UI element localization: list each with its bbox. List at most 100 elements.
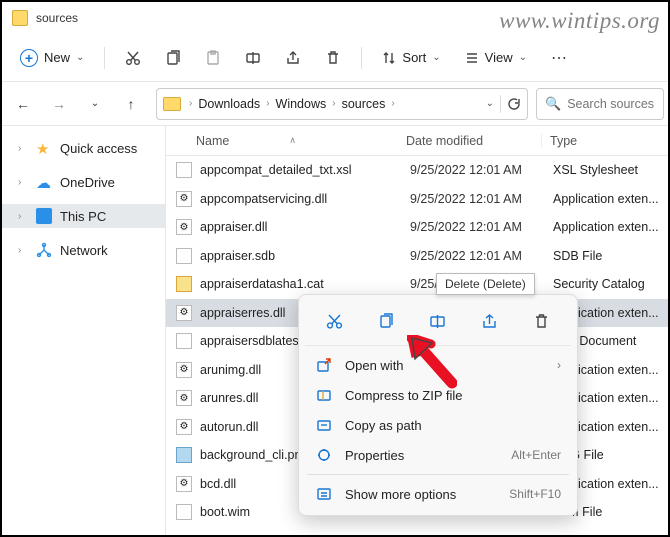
breadcrumb[interactable]: Downloads bbox=[194, 95, 264, 113]
file-date: 9/25/2022 12:01 AM bbox=[410, 163, 545, 177]
file-list: Name∧ Date modified Type appcompat_detai… bbox=[166, 126, 668, 535]
sidebar-item-label: Quick access bbox=[60, 141, 137, 156]
breadcrumb[interactable]: Windows bbox=[272, 95, 331, 113]
ctx-cut-button[interactable] bbox=[317, 305, 353, 337]
chevron-right-icon: › bbox=[18, 211, 28, 222]
star-icon: ★ bbox=[36, 140, 52, 156]
rename-button[interactable] bbox=[235, 44, 271, 72]
chevron-down-icon: ⌄ bbox=[76, 52, 84, 63]
sidebar-item-network[interactable]: › Network bbox=[2, 238, 165, 262]
chevron-right-icon: › bbox=[557, 358, 561, 372]
copy-button[interactable] bbox=[155, 44, 191, 72]
properties-icon bbox=[315, 447, 333, 463]
window-title: sources bbox=[36, 11, 78, 25]
sidebar-item-quick-access[interactable]: › ★ Quick access bbox=[2, 136, 165, 160]
search-box[interactable]: 🔍 bbox=[536, 88, 664, 120]
file-date: 9/25/2022 12:01 AM bbox=[410, 220, 545, 234]
file-icon: ⚙ bbox=[176, 191, 192, 207]
file-date: 9/25/2022 12:01 AM bbox=[410, 192, 545, 206]
sort-icon bbox=[382, 51, 396, 65]
paste-icon bbox=[205, 50, 221, 66]
file-icon: ⚙ bbox=[176, 305, 192, 321]
chevron-right-icon: › bbox=[389, 98, 396, 109]
view-button[interactable]: View ⌄ bbox=[455, 44, 537, 71]
folder-icon bbox=[163, 97, 181, 111]
refresh-icon[interactable] bbox=[507, 97, 521, 111]
delete-button[interactable] bbox=[315, 44, 351, 72]
watermark-text: www.wintips.org bbox=[499, 8, 660, 34]
recent-button[interactable]: ⌄ bbox=[78, 87, 112, 121]
ctx-properties[interactable]: Properties Alt+Enter bbox=[305, 440, 571, 470]
file-icon bbox=[176, 333, 192, 349]
ctx-item-label: Show more options bbox=[345, 487, 456, 502]
column-header-type[interactable]: Type bbox=[541, 134, 668, 148]
separator bbox=[361, 47, 362, 69]
new-button-label: New bbox=[44, 50, 70, 65]
file-icon: ⚙ bbox=[176, 390, 192, 406]
chevron-right-icon: › bbox=[187, 98, 194, 109]
sidebar-item-label: OneDrive bbox=[60, 175, 115, 190]
ctx-rename-button[interactable] bbox=[420, 305, 456, 337]
sidebar-item-this-pc[interactable]: › This PC bbox=[2, 204, 165, 228]
file-row[interactable]: appraiser.sdb9/25/2022 12:01 AMSDB File bbox=[166, 242, 668, 271]
ctx-item-label: Open with bbox=[345, 358, 404, 373]
chevron-right-icon: › bbox=[18, 245, 28, 256]
separator bbox=[307, 474, 569, 475]
forward-button[interactable]: → bbox=[42, 87, 76, 121]
scissors-icon bbox=[125, 50, 141, 66]
file-row[interactable]: ⚙appraiser.dll9/25/2022 12:01 AMApplicat… bbox=[166, 213, 668, 242]
zip-icon bbox=[315, 387, 333, 403]
separator bbox=[104, 47, 105, 69]
up-button[interactable]: ↑ bbox=[114, 87, 148, 121]
ctx-item-label: Properties bbox=[345, 448, 404, 463]
file-row[interactable]: ⚙ appcompatservicing.dll9/25/2022 12:01 A… bbox=[166, 185, 668, 214]
cut-button[interactable] bbox=[115, 44, 151, 72]
share-button[interactable] bbox=[275, 44, 311, 72]
sidebar-item-label: This PC bbox=[60, 209, 106, 224]
file-name: appraiser.dll bbox=[200, 220, 410, 234]
column-headers: Name∧ Date modified Type bbox=[166, 126, 668, 156]
file-icon: ⚙ bbox=[176, 362, 192, 378]
ctx-item-label: Copy as path bbox=[345, 418, 422, 433]
ctx-copy-path[interactable]: Copy as path bbox=[305, 410, 571, 440]
ctx-show-more[interactable]: Show more options Shift+F10 bbox=[305, 479, 571, 509]
column-header-date[interactable]: Date modified bbox=[406, 134, 541, 148]
rename-icon bbox=[429, 313, 446, 330]
file-icon: ⚙ bbox=[176, 476, 192, 492]
network-icon bbox=[36, 242, 52, 258]
view-button-label: View bbox=[485, 50, 513, 65]
sort-button[interactable]: Sort ⌄ bbox=[372, 44, 450, 71]
monitor-icon bbox=[36, 208, 52, 224]
ctx-share-button[interactable] bbox=[472, 305, 508, 337]
file-icon bbox=[176, 504, 192, 520]
column-header-name[interactable]: Name∧ bbox=[166, 134, 406, 148]
trash-icon bbox=[325, 50, 341, 66]
file-row[interactable]: appcompat_detailed_txt.xsl9/25/2022 12:0… bbox=[166, 156, 668, 185]
chevron-right-icon: › bbox=[330, 98, 337, 109]
file-icon bbox=[176, 248, 192, 264]
more-button[interactable]: ⋯ bbox=[541, 42, 577, 74]
search-input[interactable] bbox=[567, 97, 655, 111]
sidebar-item-onedrive[interactable]: › ☁ OneDrive bbox=[2, 170, 165, 194]
paste-button[interactable] bbox=[195, 44, 231, 72]
address-bar[interactable]: › Downloads › Windows › sources › ⌄ bbox=[156, 88, 528, 120]
file-type: Application exten... bbox=[545, 192, 668, 206]
context-menu: Open with › Compress to ZIP file Copy as… bbox=[298, 294, 578, 516]
open-with-icon bbox=[315, 357, 333, 373]
navigation-bar: ← → ⌄ ↑ › Downloads › Windows › sources … bbox=[2, 82, 668, 126]
ctx-copy-button[interactable] bbox=[368, 305, 404, 337]
breadcrumb[interactable]: sources bbox=[338, 95, 390, 113]
file-type: Application exten... bbox=[545, 220, 668, 234]
ctx-delete-button[interactable] bbox=[523, 305, 559, 337]
share-icon bbox=[285, 50, 301, 66]
file-type: XSL Stylesheet bbox=[545, 163, 668, 177]
chevron-right-icon: › bbox=[18, 177, 28, 188]
rename-icon bbox=[245, 50, 261, 66]
file-name: appcompatservicing.dll bbox=[200, 192, 410, 206]
share-icon bbox=[481, 313, 498, 330]
chevron-down-icon[interactable]: ⌄ bbox=[486, 98, 494, 109]
trash-icon bbox=[533, 313, 550, 330]
back-button[interactable]: ← bbox=[6, 87, 40, 121]
main-toolbar: + New ⌄ Sort ⌄ View ⌄ ⋯ bbox=[2, 34, 668, 82]
new-button[interactable]: + New ⌄ bbox=[10, 43, 94, 73]
